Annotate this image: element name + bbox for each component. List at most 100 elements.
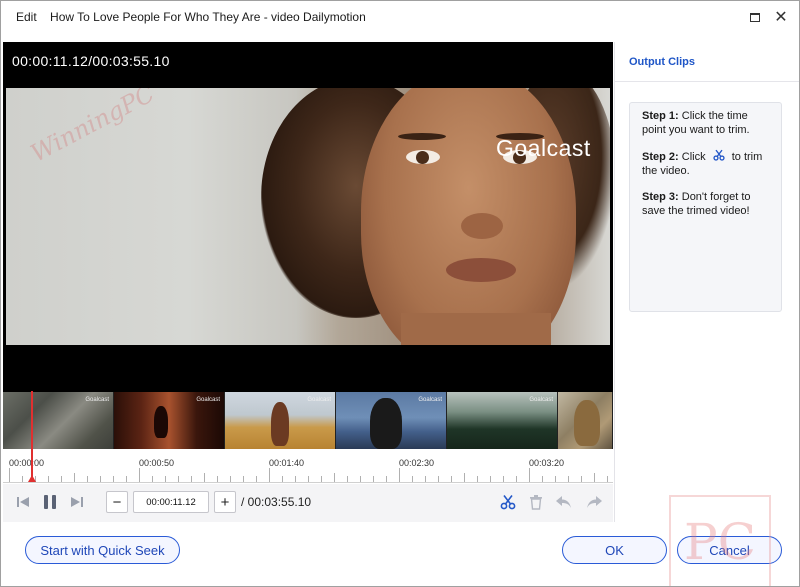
output-clips-panel: Output Clips Step 1: Click the time poin…: [614, 42, 799, 522]
ruler-tick: [360, 476, 361, 482]
increase-time-button[interactable]: +: [214, 491, 236, 513]
ruler-tick: [295, 476, 296, 482]
ruler-tick: [139, 468, 140, 482]
title-bar: Edit How To Love People For Who They Are…: [1, 1, 799, 33]
step-label: Step 2:: [642, 151, 679, 163]
ruler-tick: [74, 473, 75, 482]
ruler-tick: [347, 476, 348, 482]
video-timecode: 00:00:11.12/00:03:55.10: [12, 53, 170, 69]
playhead-handle[interactable]: [28, 475, 36, 482]
cancel-button[interactable]: Cancel: [677, 536, 782, 564]
ruler-tick: [386, 476, 387, 482]
ruler-label: 00:00:50: [139, 458, 175, 468]
lips-shape: [446, 258, 516, 282]
thumb-figure: [271, 402, 289, 446]
thumb-label: Goalcast: [196, 397, 220, 403]
thumb-figure: [154, 406, 168, 438]
filmstrip-thumb: Goalcast: [336, 392, 447, 449]
left-eye: [406, 150, 440, 164]
filmstrip-thumb: Goalcast: [3, 392, 114, 449]
window-title: Edit How To Love People For Who They Are…: [16, 10, 366, 24]
thumb-label: Goalcast: [85, 397, 109, 403]
ruler-tick: [503, 476, 504, 482]
ruler-tick: [191, 476, 192, 482]
neck-shape: [401, 313, 551, 345]
ruler-tick: [256, 476, 257, 482]
current-time-input[interactable]: 00:00:11.12: [133, 491, 209, 513]
ruler-tick: [282, 476, 283, 482]
step-label: Step 3:: [642, 191, 679, 203]
ruler-tick: [243, 476, 244, 482]
filmstrip-thumb: Goalcast: [447, 392, 558, 449]
thumb-label: Goalcast: [529, 397, 553, 403]
ruler-tick: [178, 476, 179, 482]
close-button[interactable]: ✕: [771, 7, 791, 27]
maximize-button[interactable]: [745, 7, 765, 27]
redo-button[interactable]: [584, 493, 604, 511]
ruler-tick: [48, 476, 49, 482]
ruler-tick: [61, 476, 62, 482]
maximize-icon: [750, 12, 760, 22]
scissors-icon: [500, 495, 516, 510]
filmstrip-thumb: Goalcast: [225, 392, 336, 449]
step-label: Step 1:: [642, 110, 679, 122]
ruler-tick: [542, 476, 543, 482]
ruler-tick: [9, 468, 10, 482]
undo-button[interactable]: [554, 493, 574, 511]
scissors-icon: [713, 149, 725, 161]
pause-button[interactable]: [41, 493, 59, 511]
trim-button[interactable]: [498, 492, 518, 512]
ruler-tick: [607, 476, 608, 482]
filmstrip-thumb: Goalcast: [114, 392, 225, 449]
edit-menu-label: Edit: [16, 10, 37, 24]
ok-button[interactable]: OK: [562, 536, 667, 564]
ruler-tick: [568, 476, 569, 482]
ruler-tick: [412, 476, 413, 482]
delete-button[interactable]: [527, 492, 545, 512]
video-preview[interactable]: 00:00:11.12/00:03:55.10 Goalcast Winning…: [3, 42, 613, 392]
ruler-tick: [438, 476, 439, 482]
panel-header: Output Clips: [615, 42, 799, 82]
site-watermark: WinningPC: [26, 88, 160, 168]
step-3: Step 3: Don't forget to save the trimed …: [642, 190, 771, 218]
total-duration: / 00:03:55.10: [241, 495, 312, 509]
ruler-tick: [477, 476, 478, 482]
brand-overlay: Goalcast: [496, 135, 591, 161]
ruler-tick: [516, 476, 517, 482]
video-frame: Goalcast WinningPC: [6, 88, 610, 345]
ruler-tick: [217, 476, 218, 482]
ruler-tick: [87, 476, 88, 482]
playhead[interactable]: [31, 391, 33, 481]
ruler-tick: [594, 473, 595, 482]
ruler-tick: [165, 476, 166, 482]
ruler-tick: [126, 476, 127, 482]
ruler-tick: [152, 476, 153, 482]
ruler-tick: [490, 476, 491, 482]
thumb-figure: [574, 400, 600, 446]
ruler-label: 00:03:20: [529, 458, 565, 468]
timeline-ruler[interactable]: 00:00:00 00:00:50 00:01:40 00:02:30 00:0…: [3, 449, 613, 483]
filmstrip[interactable]: Goalcast Goalcast Goalcast Goalcast Goal…: [3, 392, 613, 449]
ruler-tick: [373, 476, 374, 482]
decrease-time-button[interactable]: −: [106, 491, 128, 513]
pause-icon: [44, 495, 56, 509]
playback-controls: − 00:00:11.12 + / 00:03:55.10: [3, 484, 613, 522]
ruler-tick: [269, 468, 270, 482]
quick-seek-button[interactable]: Start with Quick Seek: [25, 536, 180, 564]
close-icon: ✕: [774, 9, 788, 26]
previous-frame-button[interactable]: [15, 494, 31, 510]
next-frame-button[interactable]: [69, 494, 85, 510]
trash-icon: [530, 495, 542, 510]
ruler-tick: [308, 476, 309, 482]
dialog-footer: Start with Quick Seek OK Cancel: [1, 522, 799, 586]
ruler-label: 00:01:40: [269, 458, 305, 468]
thumb-figure: [370, 398, 402, 449]
ruler-label: 00:02:30: [399, 458, 435, 468]
filmstrip-thumb: [558, 392, 613, 449]
left-brow: [398, 133, 446, 140]
ruler-tick: [22, 476, 23, 482]
redo-icon: [587, 496, 602, 508]
thumb-label: Goalcast: [307, 397, 331, 403]
skip-back-icon: [17, 497, 29, 507]
ruler-tick: [581, 476, 582, 482]
